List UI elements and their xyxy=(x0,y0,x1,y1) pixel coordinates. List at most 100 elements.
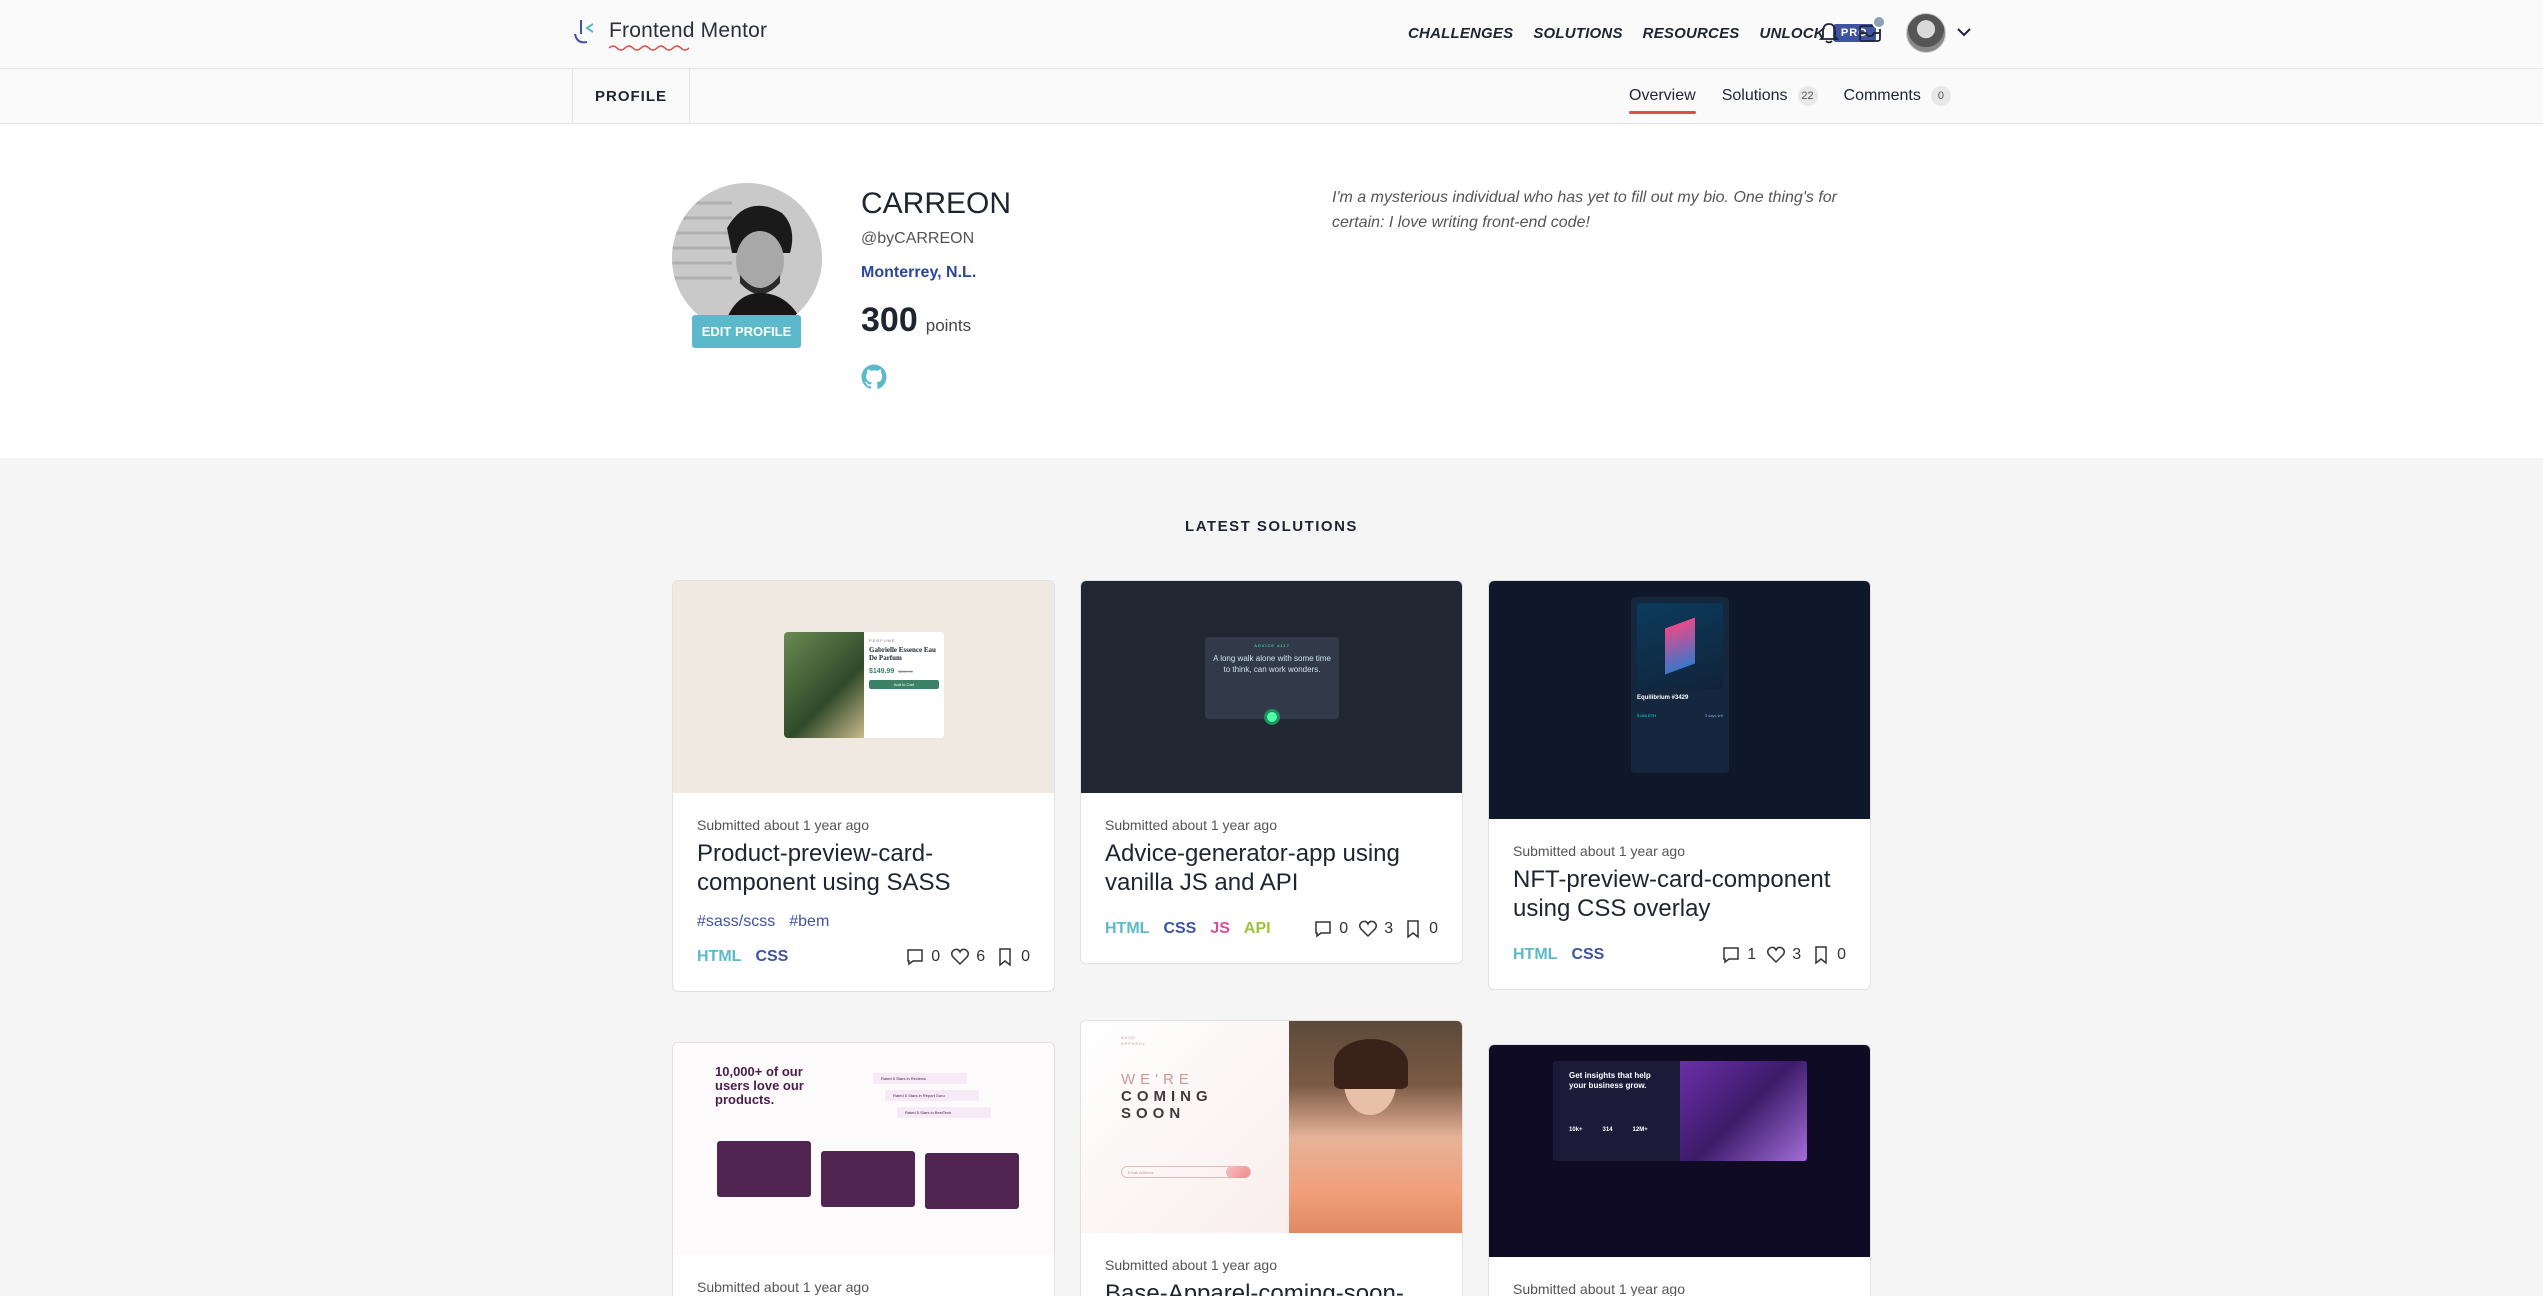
points-label: points xyxy=(925,316,972,335)
thumb-quote: A long walk alone with some time to thin… xyxy=(1213,654,1331,674)
likes-stat: 3 xyxy=(1358,919,1393,939)
thumb-rating: Rated 5 Stars in Report Guru xyxy=(885,1090,979,1101)
tab-overview[interactable]: Overview xyxy=(1629,87,1696,114)
thumb-product-info: PERFUME Gabrielle Essence Eau De Parfum … xyxy=(864,632,944,738)
language-list: HTML CSS JS API xyxy=(1105,920,1271,938)
thumb-email-placeholder: Email Address xyxy=(1128,1169,1154,1175)
thumb-testimonial xyxy=(821,1151,915,1207)
likes-stat: 3 xyxy=(1766,945,1801,965)
profile-handle: @byCARREON xyxy=(861,230,975,247)
solution-card[interactable]: Equilibrium #3429 0.041 ETH 3 days left … xyxy=(1488,580,1871,990)
thumb-ratings: Rated 5 Stars in Reviews Rated 5 Stars i… xyxy=(873,1073,991,1118)
solution-card[interactable]: 10,000+ of our users love our products. … xyxy=(672,1042,1055,1296)
thumb-headline: Get insights that help your business gro… xyxy=(1569,1071,1651,1090)
solution-card[interactable]: Get insights that help your business gro… xyxy=(1488,1044,1871,1296)
profile-subnav: PROFILE Overview Solutions 22 Comments 0 xyxy=(0,69,2543,124)
lang-js: JS xyxy=(1210,920,1230,937)
tag-list: #sass/scss #bem xyxy=(697,913,1030,931)
logo-squiggle-icon xyxy=(609,45,690,51)
thumb-kicker: PERFUME xyxy=(869,638,896,643)
thumb-price: $149.99 xyxy=(869,668,895,675)
likes-count: 3 xyxy=(1384,920,1394,937)
thumb-prices: $149.99 $169.99 xyxy=(869,668,939,675)
comment-icon xyxy=(907,949,924,966)
card-body: Submitted about 1 year ago NFT-preview-c… xyxy=(1489,819,1870,989)
bookmarks-stat: 0 xyxy=(1811,945,1846,965)
comments-count: 0 xyxy=(931,948,941,965)
profile-location: Monterrey, N.L. xyxy=(861,264,977,281)
lang-css: CSS xyxy=(1571,946,1605,963)
nav-link-unlock[interactable]: UNLOCK xyxy=(1759,25,1824,42)
thumb-stats: 10k+ 314 12M+ xyxy=(1569,1127,1648,1133)
language-list: HTML CSS xyxy=(1513,946,1604,964)
tag[interactable]: #bem xyxy=(789,913,829,931)
solution-title[interactable]: Product-preview-card-component using SAS… xyxy=(697,839,1030,897)
profile-tab[interactable]: PROFILE xyxy=(572,69,690,123)
thumb-testimonial xyxy=(717,1141,811,1197)
comments-count: 0 xyxy=(1339,920,1349,937)
thumb-old-price: $169.99 xyxy=(898,669,913,674)
comments-stat: 0 xyxy=(1313,919,1348,939)
thumb-rating: Rated 5 Stars in BestTech xyxy=(897,1107,991,1118)
thumb-stat: 12M+ xyxy=(1632,1127,1648,1133)
thumb-stat: 10k+ xyxy=(1569,1127,1583,1133)
thumb-product-card: PERFUME Gabrielle Essence Eau De Parfum … xyxy=(784,632,944,738)
nav-link-resources[interactable]: RESOURCES xyxy=(1643,25,1740,42)
logo[interactable]: Frontend Mentor xyxy=(571,16,767,51)
bookmarks-stat: 0 xyxy=(995,947,1030,967)
solution-card[interactable]: ADVICE #117 A long walk alone with some … xyxy=(1080,580,1463,964)
comments-count: 1 xyxy=(1747,946,1757,963)
points-row: 300 points xyxy=(861,301,971,340)
thumb-days: 3 days left xyxy=(1704,713,1723,718)
bell-icon[interactable] xyxy=(1818,21,1840,45)
card-body: Submitted about 1 year ago Advice-genera… xyxy=(1081,793,1462,963)
edit-profile-button[interactable]: EDIT PROFILE xyxy=(692,315,801,348)
thumb-headline-line: COMING xyxy=(1121,1088,1213,1105)
user-avatar[interactable] xyxy=(1906,13,1946,53)
tag[interactable]: #sass/scss xyxy=(697,913,775,931)
comments-stat: 0 xyxy=(905,947,940,967)
bookmark-icon xyxy=(999,948,1011,967)
solution-thumbnail[interactable]: PERFUME Gabrielle Essence Eau De Parfum … xyxy=(673,581,1054,793)
likes-count: 6 xyxy=(976,948,986,965)
solution-title[interactable]: Advice-generator-app using vanilla JS an… xyxy=(1105,839,1438,897)
lang-html: HTML xyxy=(1513,946,1558,963)
solution-thumbnail[interactable]: Get insights that help your business gro… xyxy=(1489,1045,1870,1257)
solution-thumbnail[interactable]: 10,000+ of our users love our products. … xyxy=(673,1043,1054,1255)
profile-avatar xyxy=(672,183,822,333)
chevron-down-icon[interactable] xyxy=(1956,26,1972,38)
tab-comments-count: 0 xyxy=(1930,86,1951,106)
language-list: HTML CSS xyxy=(697,948,788,966)
thumb-hair xyxy=(1334,1039,1408,1089)
card-meta: HTML CSS 0 6 0 xyxy=(697,947,1030,991)
nav-link-challenges[interactable]: CHALLENGES xyxy=(1408,25,1513,42)
thumb-submit xyxy=(1226,1166,1250,1178)
solution-card[interactable]: BASE APPAREL WE'RE COMING SOON Email Add… xyxy=(1080,1020,1463,1296)
tab-comments-label: Comments xyxy=(1843,87,1921,104)
thumb-headline: 10,000+ of our users love our products. xyxy=(715,1064,804,1107)
bookmarks-count: 0 xyxy=(1837,946,1846,963)
comment-icon xyxy=(1315,921,1332,938)
solution-title[interactable]: Base-Apparel-coming-soon- xyxy=(1105,1279,1438,1296)
solution-thumbnail[interactable]: BASE APPAREL WE'RE COMING SOON Email Add… xyxy=(1081,1021,1462,1233)
submitted-date: Submitted about 1 year ago xyxy=(1513,1281,1686,1296)
nav-link-solutions[interactable]: SOLUTIONS xyxy=(1533,25,1622,42)
solution-thumbnail[interactable]: ADVICE #117 A long walk alone with some … xyxy=(1081,581,1462,793)
thumb-headline: WE'RE COMING SOON xyxy=(1121,1071,1213,1122)
tab-comments[interactable]: Comments 0 xyxy=(1844,86,1951,106)
thumb-rating: Rated 5 Stars in Reviews xyxy=(873,1073,967,1084)
solution-thumbnail[interactable]: Equilibrium #3429 0.041 ETH 3 days left xyxy=(1489,581,1870,819)
heart-icon xyxy=(1767,946,1786,964)
thumb-testimonial xyxy=(925,1153,1019,1209)
solution-card[interactable]: PERFUME Gabrielle Essence Eau De Parfum … xyxy=(672,580,1055,992)
profile-bio: I'm a mysterious individual who has yet … xyxy=(1332,189,1837,231)
main-nav-links: CHALLENGES SOLUTIONS RESOURCES UNLOCK PR… xyxy=(1408,24,1876,42)
github-icon[interactable] xyxy=(861,364,887,390)
submitted-date: Submitted about 1 year ago xyxy=(1105,817,1278,833)
card-stats: 1 3 0 xyxy=(1721,945,1846,965)
tab-solutions[interactable]: Solutions 22 xyxy=(1722,86,1818,106)
comment-icon xyxy=(1723,947,1740,964)
solution-title[interactable]: NFT-preview-card-component using CSS ove… xyxy=(1513,865,1846,923)
thumb-email-field: Email Address xyxy=(1121,1166,1251,1178)
card-meta: HTML CSS JS API 0 3 0 xyxy=(1105,919,1438,963)
